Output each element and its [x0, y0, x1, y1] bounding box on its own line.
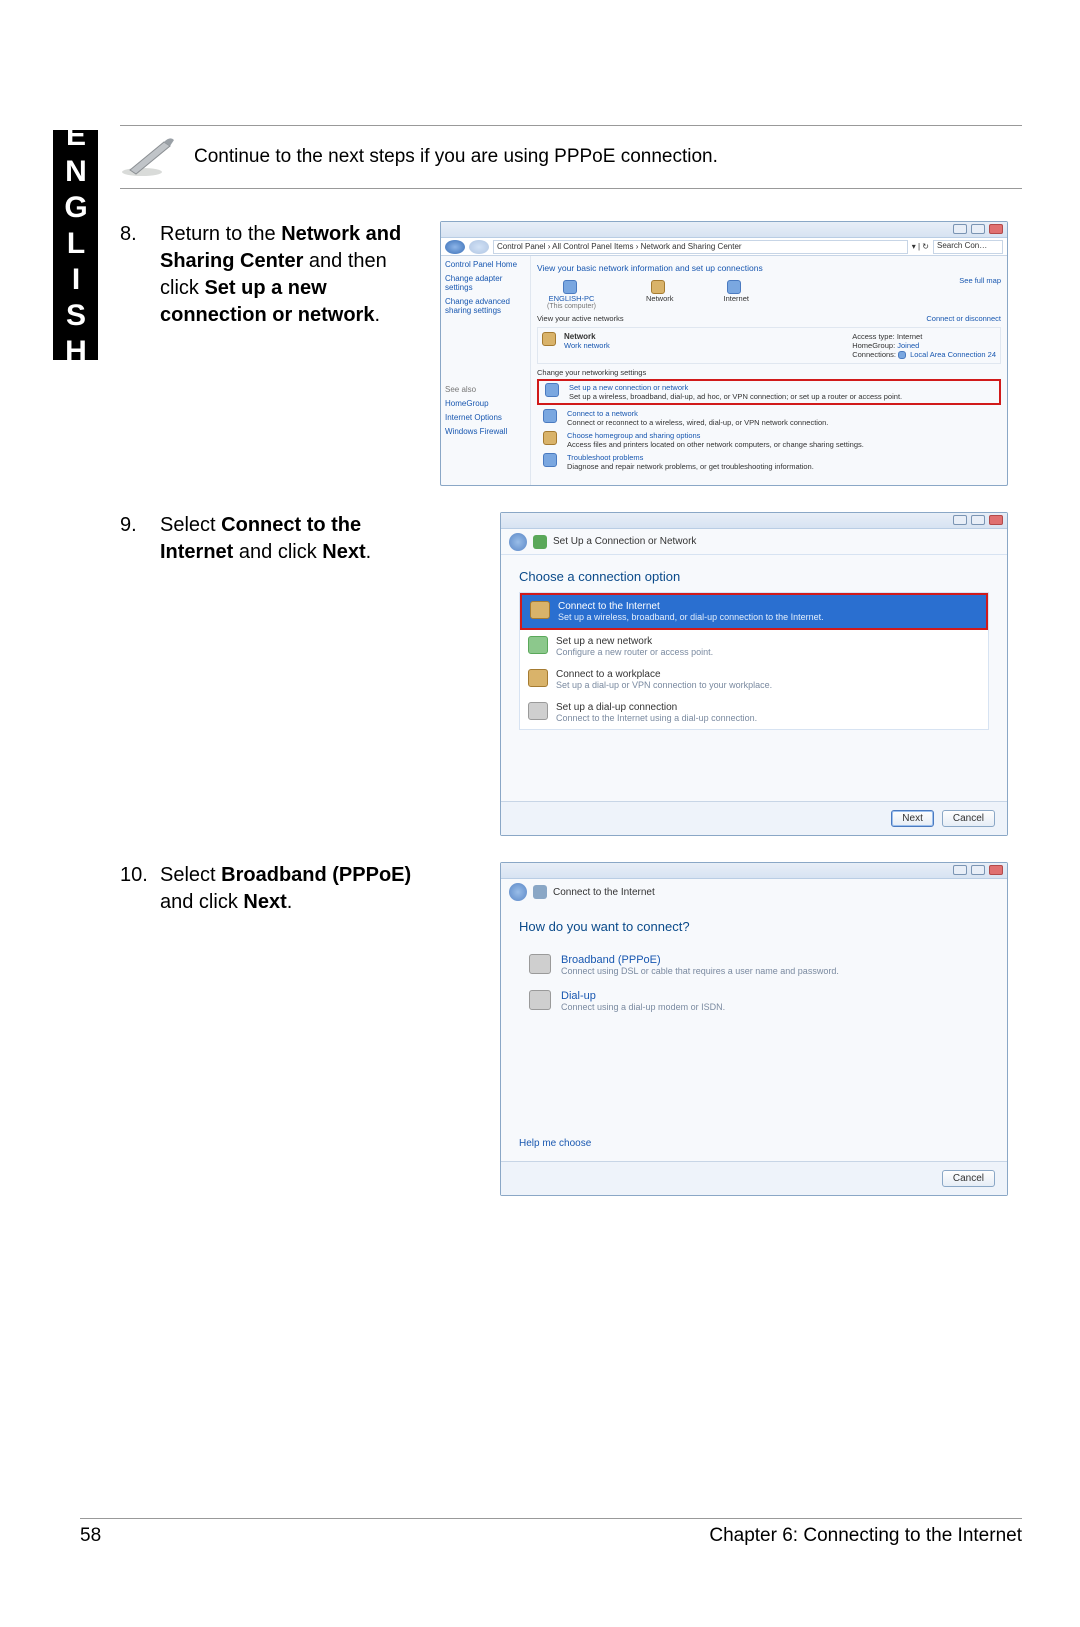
page-footer: 58 Chapter 6: Connecting to the Internet — [80, 1518, 1022, 1547]
screenshot-setup-connection: Set Up a Connection or Network Choose a … — [500, 512, 1008, 836]
setup-icon — [545, 383, 559, 397]
maximize-button[interactable] — [971, 224, 985, 234]
step-text: Return to the Network and Sharing Center… — [160, 221, 440, 329]
cancel-button[interactable]: Cancel — [942, 810, 995, 827]
note-row: Continue to the next steps if you are us… — [120, 125, 1022, 189]
wizard-title: Set Up a Connection or Network — [553, 536, 696, 547]
globe-icon — [533, 885, 547, 899]
sidebar-panel: Control Panel Home Change adapter settin… — [441, 256, 531, 485]
workplace-icon — [528, 669, 548, 687]
button-bar: Next Cancel — [501, 801, 1007, 835]
close-button[interactable] — [989, 865, 1003, 875]
network-icon — [542, 332, 556, 346]
network-map: ENGLISH-PC (This computer) Network Inter… — [537, 276, 759, 314]
step-text: Select Connect to the Internet and click… — [160, 512, 440, 566]
connect-network-option[interactable]: Connect to a networkConnect or reconnect… — [537, 407, 1001, 429]
homegroup-option[interactable]: Choose homegroup and sharing optionsAcce… — [537, 429, 1001, 451]
step-9: 9. Select Connect to the Internet and cl… — [120, 512, 1022, 836]
step-number: 10. — [120, 862, 160, 887]
help-me-choose-link[interactable]: Help me choose — [519, 1138, 591, 1149]
address-bar: Control Panel › All Control Panel Items … — [441, 238, 1007, 256]
sidebar-link-firewall[interactable]: Windows Firewall — [445, 427, 526, 436]
wizard-icon — [533, 535, 547, 549]
breadcrumb-path[interactable]: Control Panel › All Control Panel Items … — [493, 240, 908, 254]
router-icon — [528, 636, 548, 654]
wizard-title: Connect to the Internet — [553, 887, 655, 898]
active-networks-label: View your active networks — [537, 314, 624, 323]
forward-icon[interactable] — [469, 240, 489, 254]
screenshot-network-sharing-center: Control Panel › All Control Panel Items … — [440, 221, 1008, 486]
note-text: Continue to the next steps if you are us… — [194, 146, 718, 168]
step-text: Select Broadband (PPPoE) and click Next. — [160, 862, 440, 916]
wizard-prompt: Choose a connection option — [501, 555, 1007, 592]
option-list: Connect to the InternetSet up a wireless… — [519, 592, 989, 730]
chapter-title: Chapter 6: Connecting to the Internet — [709, 1525, 1022, 1547]
connect-to-internet-option[interactable]: Connect to the InternetSet up a wireless… — [520, 593, 988, 630]
back-icon[interactable] — [445, 240, 465, 254]
wizard-prompt: How do you want to connect? — [501, 905, 1007, 950]
setup-new-connection-option[interactable]: Set up a new connection or networkSet up… — [537, 379, 1001, 405]
connection-icon — [898, 351, 906, 359]
maximize-button[interactable] — [971, 515, 985, 525]
troubleshoot-icon — [543, 453, 557, 467]
maximize-button[interactable] — [971, 865, 985, 875]
step-10: 10. Select Broadband (PPPoE) and click N… — [120, 862, 1022, 1196]
sidebar-link-adapter[interactable]: Change adapter settings — [445, 274, 526, 292]
dialup-option[interactable]: Dial-upConnect using a dial-up modem or … — [501, 986, 1007, 1022]
next-button[interactable]: Next — [891, 810, 934, 827]
window-titlebar — [441, 222, 1007, 238]
pen-icon — [120, 136, 180, 178]
dialup-icon — [528, 702, 548, 720]
sidebar-seealso-label: See also — [445, 385, 526, 394]
homegroup-icon — [543, 431, 557, 445]
dialup-option[interactable]: Set up a dial-up connectionConnect to th… — [520, 696, 988, 729]
section-title: View your basic network information and … — [537, 263, 1001, 273]
minimize-button[interactable] — [953, 224, 967, 234]
main-panel: View your basic network information and … — [531, 256, 1007, 485]
broadband-pppoe-option[interactable]: Broadband (PPPoE)Connect using DSL or ca… — [501, 950, 1007, 986]
close-button[interactable] — [989, 515, 1003, 525]
broadband-icon — [529, 954, 551, 974]
pc-icon — [563, 280, 577, 294]
page-number: 58 — [80, 1525, 101, 1547]
window-titlebar — [501, 513, 1007, 529]
connect-workplace-option[interactable]: Connect to a workplaceSet up a dial-up o… — [520, 663, 988, 696]
troubleshoot-option[interactable]: Troubleshoot problemsDiagnose and repair… — [537, 451, 1001, 473]
step-8: 8. Return to the Network and Sharing Cen… — [120, 221, 1022, 486]
language-tab: ENGLISH — [53, 130, 98, 360]
sidebar-link-advanced[interactable]: Change advanced sharing settings — [445, 297, 526, 315]
minimize-button[interactable] — [953, 515, 967, 525]
internet-icon — [530, 601, 550, 619]
wizard-header: Connect to the Internet — [501, 879, 1007, 905]
screenshot-connect-internet: Connect to the Internet How do you want … — [500, 862, 1008, 1196]
work-network-link[interactable]: Work network — [564, 341, 610, 350]
sidebar-link-homegroup[interactable]: HomeGroup — [445, 399, 526, 408]
change-settings-label: Change your networking settings — [537, 368, 1001, 377]
step-number: 9. — [120, 512, 160, 537]
back-icon[interactable] — [509, 533, 527, 551]
cancel-button[interactable]: Cancel — [942, 1170, 995, 1187]
dialup-icon — [529, 990, 551, 1010]
sidebar-link-inetopt[interactable]: Internet Options — [445, 413, 526, 422]
search-input[interactable]: Search Con… — [933, 240, 1003, 254]
page-content: Continue to the next steps if you are us… — [120, 125, 1022, 1222]
window-titlebar — [501, 863, 1007, 879]
wizard-header: Set Up a Connection or Network — [501, 529, 1007, 555]
step-number: 8. — [120, 221, 160, 246]
see-full-map-link[interactable]: See full map — [959, 276, 1001, 285]
minimize-button[interactable] — [953, 865, 967, 875]
globe-icon — [727, 280, 741, 294]
active-network-box: Network Work network Access type: Intern… — [537, 327, 1001, 364]
homegroup-link[interactable]: Joined — [897, 341, 919, 350]
language-label: ENGLISH — [59, 119, 93, 371]
setup-new-network-option[interactable]: Set up a new networkConfigure a new rout… — [520, 630, 988, 663]
connect-disconnect-link[interactable]: Connect or disconnect — [926, 314, 1001, 323]
connect-icon — [543, 409, 557, 423]
back-icon[interactable] — [509, 883, 527, 901]
button-bar: Cancel — [501, 1161, 1007, 1195]
local-area-connection-link[interactable]: Local Area Connection 24 — [910, 350, 996, 359]
close-button[interactable] — [989, 224, 1003, 234]
network-icon — [651, 280, 665, 294]
sidebar-link-home[interactable]: Control Panel Home — [445, 260, 526, 269]
